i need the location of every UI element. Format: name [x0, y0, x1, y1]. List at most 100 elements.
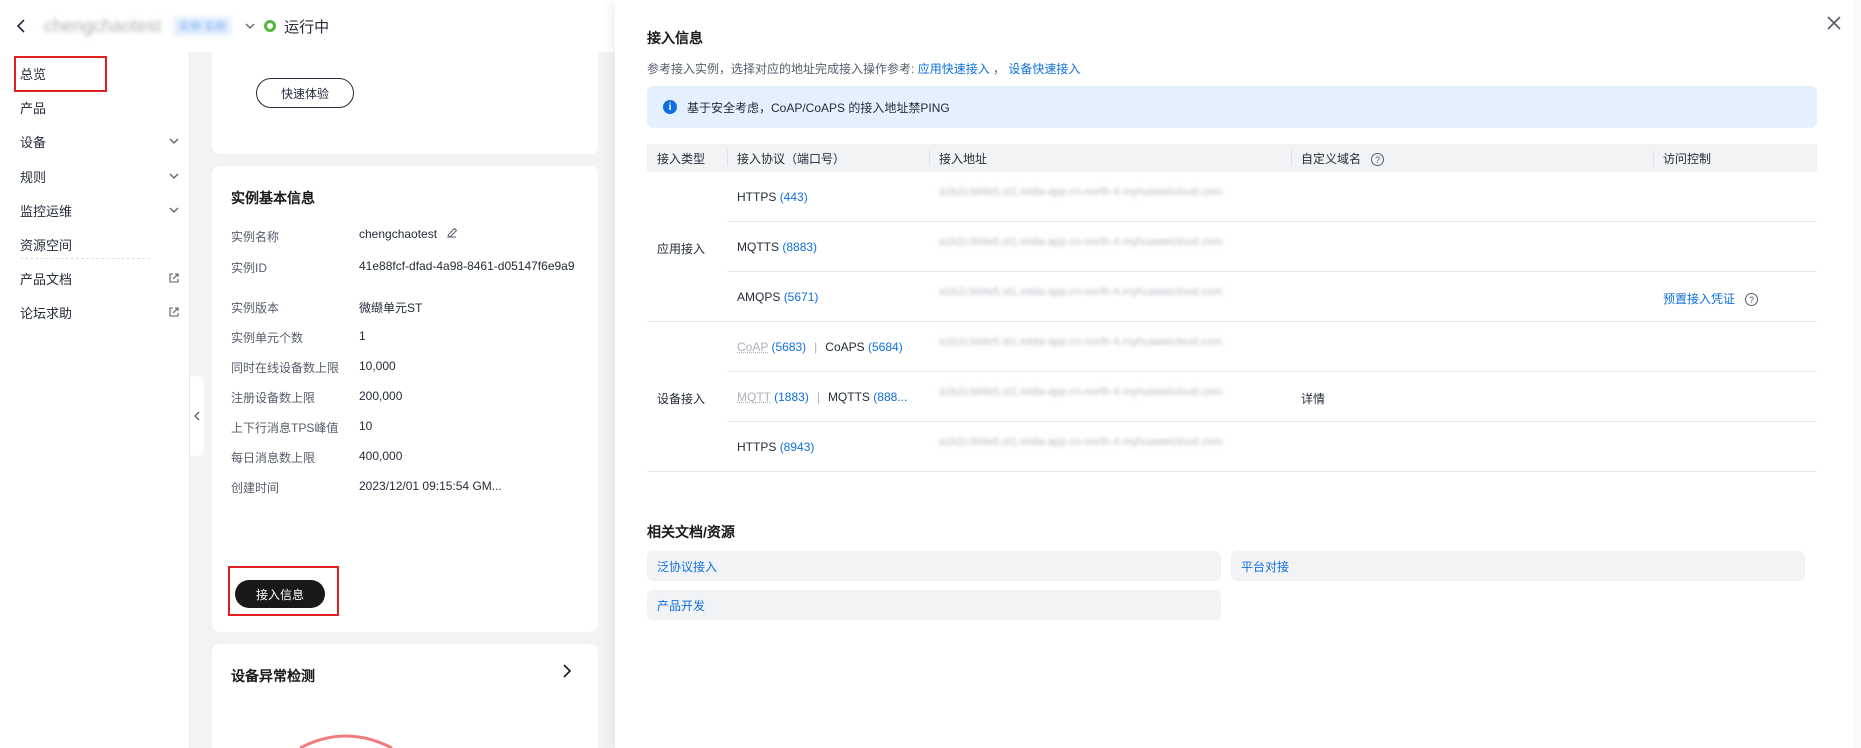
row-divider [727, 221, 1817, 222]
instance-status: 运行中 [284, 18, 330, 36]
header-address: 接入地址 [939, 152, 988, 166]
resource-platform-integration[interactable]: 平台对接 [1231, 551, 1805, 581]
instance-version-label: 实例版本 [231, 301, 280, 315]
drawer-description: 参考接入实例，选择对应的地址完成接入操作参考: 应用快速接入 ， 设备快速接入 [647, 62, 1081, 76]
table-row: AMQPS (5671) [737, 290, 819, 304]
back-arrow-icon[interactable] [14, 18, 30, 34]
preset-credential-cell: 预置接入凭证? [1663, 290, 1759, 307]
header-separator [727, 150, 728, 166]
header-access-control: 访问控制 [1663, 152, 1712, 166]
row-divider [647, 471, 1817, 472]
anomaly-card [212, 644, 598, 748]
sidebar-item-label: 规则 [20, 169, 47, 185]
online-devices-label: 同时在线设备数上限 [231, 361, 340, 375]
access-address[interactable]: a1b2c3d4e5.st1.iotda-app.cn-north-4.myhu… [939, 186, 1222, 198]
instance-id-value: 41e88fcf-dfad-4a98-8461-d05147f6e9a9 [359, 259, 575, 273]
highlight-box-access-info [228, 566, 339, 616]
sidebar-item-product[interactable]: 产品 [20, 97, 180, 117]
header-protocol: 接入协议（端口号） [737, 152, 846, 166]
info-icon: i [663, 100, 677, 114]
access-info-drawer: 接入信息 参考接入实例，选择对应的地址完成接入操作参考: 应用快速接入 ， 设备… [615, 0, 1861, 748]
quick-experience-button[interactable]: 快速体验 [256, 78, 354, 108]
instance-name-label: 实例名称 [231, 230, 280, 244]
highlight-box-overview [14, 56, 107, 92]
device-access-type: 设备接入 [657, 392, 706, 406]
drawer-title: 接入信息 [647, 30, 703, 46]
access-address[interactable]: a1b2c3d4e5.st1.iotda-app.cn-north-4.myhu… [939, 286, 1222, 298]
table-row: MQTT (1883) | MQTTS (888... [737, 390, 908, 404]
table-row: HTTPS (443) [737, 190, 808, 204]
help-icon[interactable]: ? [1371, 153, 1385, 167]
access-address[interactable]: a1b2c3d4e5.st1.iotda-app.cn-north-4.myhu… [939, 386, 1222, 398]
app-quick-access-link[interactable]: 应用快速接入 [918, 62, 990, 76]
app-access-type: 应用接入 [657, 242, 706, 256]
help-icon[interactable]: ? [1745, 293, 1759, 307]
external-link-icon [169, 307, 179, 317]
chevron-left-icon [194, 411, 200, 421]
registered-devices-value: 200,000 [359, 389, 403, 403]
device-quick-access-link[interactable]: 设备快速接入 [1008, 62, 1080, 76]
access-address[interactable]: a1b2c3d4e5.st1.iotda-app.cn-north-4.myhu… [939, 336, 1222, 348]
alert-text: 基于安全考虑，CoAP/CoAPS 的接入地址禁PING [687, 100, 950, 115]
instance-version-value: 微缬单元ST [359, 301, 423, 315]
tps-peak-value: 10 [359, 419, 373, 433]
sidebar-item-label: 产品 [20, 100, 47, 116]
sidebar-item-label: 资源空间 [20, 237, 73, 253]
resource-product-development[interactable]: 产品开发 [647, 590, 1221, 620]
instance-tag: 实例 实例 [173, 16, 233, 36]
drawer-scrollbar[interactable] [1853, 0, 1861, 748]
header-separator [1291, 150, 1292, 166]
sidebar-item-label: 监控运维 [20, 203, 73, 219]
sidebar-collapse-toggle[interactable] [190, 376, 204, 456]
tps-peak-label: 上下行消息TPS峰值 [231, 421, 339, 435]
chevron-right-icon[interactable] [560, 664, 574, 678]
table-row: HTTPS (8943) [737, 440, 815, 454]
table-row: MQTTS (8883) [737, 240, 818, 254]
instance-id-label: 实例ID [231, 261, 268, 275]
sidebar-item-product-docs[interactable]: 产品文档 [20, 268, 180, 288]
sidebar-item-forum[interactable]: 论坛求助 [20, 302, 180, 322]
header-separator [1653, 150, 1654, 166]
sidebar-item-resource-space[interactable]: 资源空间 [20, 234, 180, 254]
sidebar-item-label: 产品文档 [20, 271, 73, 287]
security-alert: i 基于安全考虑，CoAP/CoAPS 的接入地址禁PING [647, 86, 1817, 128]
sidebar-item-rules[interactable]: 规则 [20, 166, 180, 186]
instance-name: chengchaotest [44, 15, 162, 36]
instance-info-title: 实例基本信息 [231, 190, 315, 206]
created-time-label: 创建时间 [231, 481, 280, 495]
anomaly-title: 设备异常检测 [231, 668, 315, 684]
sidebar-item-label: 设备 [20, 134, 47, 150]
instance-name-value: chengchaotest [359, 227, 458, 241]
sidebar-item-monitoring[interactable]: 监控运维 [20, 200, 180, 220]
access-address[interactable]: a1b2c3d4e5.st1.iotda-app.cn-north-4.myhu… [939, 436, 1222, 448]
row-divider [727, 421, 1817, 422]
online-devices-value: 10,000 [359, 359, 396, 373]
row-divider [727, 271, 1817, 272]
sidebar-divider [20, 258, 150, 259]
chevron-down-icon[interactable] [244, 20, 256, 32]
resources-title: 相关文档/资源 [647, 524, 735, 540]
resource-generic-protocol[interactable]: 泛协议接入 [647, 551, 1221, 581]
table-row: CoAP (5683) | CoAPS (5684) [737, 340, 903, 354]
top-bar: chengchaotest 实例 实例 运行中 [0, 0, 615, 52]
chevron-down-icon [169, 173, 179, 179]
preset-credential-link[interactable]: 预置接入凭证 [1663, 292, 1735, 306]
access-address[interactable]: a1b2c3d4e5.st1.iotda-app.cn-north-4.myhu… [939, 236, 1222, 248]
external-link-icon [169, 273, 179, 283]
chevron-down-icon [169, 138, 179, 144]
row-divider [727, 371, 1817, 372]
sidebar-item-device[interactable]: 设备 [20, 131, 180, 151]
daily-messages-value: 400,000 [359, 449, 403, 463]
row-divider [647, 321, 1817, 322]
running-status-icon [264, 20, 277, 32]
header-access-type: 接入类型 [657, 152, 706, 166]
close-icon[interactable] [1825, 14, 1843, 32]
chevron-down-icon [169, 207, 179, 213]
anomaly-gauge-arc [299, 734, 393, 748]
detail-link[interactable]: 详情 [1301, 390, 1325, 407]
registered-devices-label: 注册设备数上限 [231, 391, 316, 405]
sidebar: 总览 产品 设备 规则 监控运维 资源空间 产品文档 论坛求助 [0, 52, 190, 748]
header-separator [929, 150, 930, 166]
created-time-value: 2023/12/01 09:15:54 GM... [359, 479, 502, 493]
edit-pencil-icon[interactable] [446, 227, 458, 239]
